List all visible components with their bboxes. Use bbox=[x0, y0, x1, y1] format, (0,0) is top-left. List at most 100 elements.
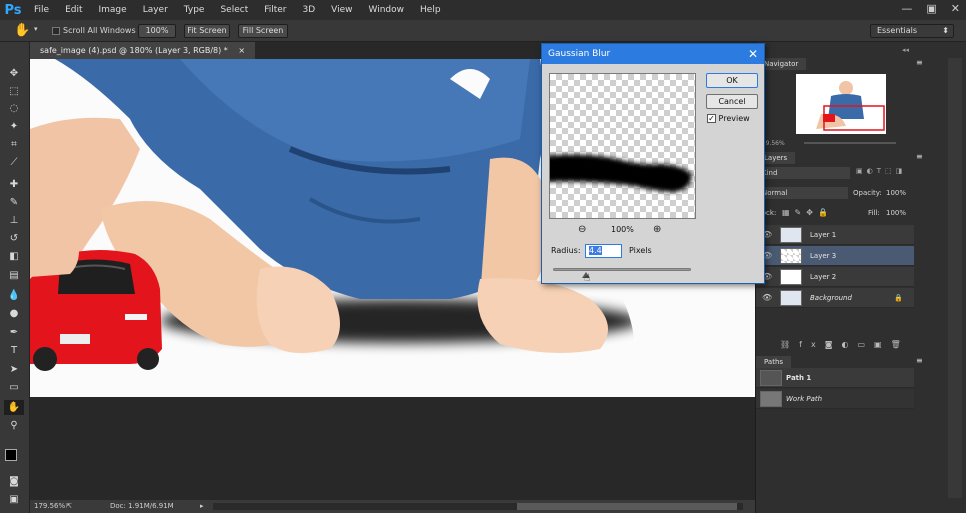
close-icon[interactable]: ✕ bbox=[748, 44, 758, 64]
brush-tool-icon[interactable]: ✎ bbox=[4, 195, 24, 210]
navigator-tab-label: Navigator bbox=[764, 60, 799, 68]
menu-file[interactable]: File bbox=[26, 0, 57, 20]
collapse-panels-icon[interactable]: ◂◂ bbox=[902, 46, 909, 54]
fill-value[interactable]: 100% bbox=[886, 209, 906, 217]
navigator-thumbnail[interactable] bbox=[796, 74, 886, 134]
panel-menu-icon[interactable]: ≡ bbox=[916, 356, 923, 365]
blur-preview[interactable] bbox=[549, 73, 696, 219]
clone-stamp-icon[interactable]: ⊥ bbox=[4, 213, 24, 228]
ok-button[interactable]: OK bbox=[706, 73, 758, 88]
lasso-tool-icon[interactable]: ◌ bbox=[4, 101, 24, 116]
fill-label: Fill: bbox=[868, 209, 880, 217]
menu-view[interactable]: View bbox=[323, 0, 360, 20]
menu-3d[interactable]: 3D bbox=[295, 0, 324, 20]
path-row-path-1[interactable]: Path 1 bbox=[756, 368, 914, 388]
gradient-tool-icon[interactable]: ▤ bbox=[4, 268, 24, 283]
kind-filter-dropdown[interactable]: Kind bbox=[758, 167, 850, 179]
preview-checkbox[interactable]: ✓ Preview bbox=[707, 114, 750, 123]
close-tab-icon[interactable]: × bbox=[238, 46, 245, 55]
cancel-button[interactable]: Cancel bbox=[706, 94, 758, 109]
crop-tool-icon[interactable]: ⌗ bbox=[4, 137, 24, 152]
filter-icons[interactable]: ▣◐T⬚◨ bbox=[856, 167, 906, 175]
path-name: Work Path bbox=[786, 395, 823, 403]
preview-label: Preview bbox=[718, 114, 750, 123]
layer-row-layer-3[interactable]: 👁 Layer 3 bbox=[756, 246, 914, 266]
preview-zoom: 100% bbox=[611, 225, 634, 234]
menu-image[interactable]: Image bbox=[91, 0, 135, 20]
layer-row-layer-1[interactable]: 👁 Layer 1 bbox=[756, 225, 914, 245]
zoom-100-button[interactable]: 100% bbox=[138, 24, 176, 38]
lock-icons[interactable]: ▦✎✥🔒 bbox=[782, 208, 833, 217]
status-menu-arrow-icon[interactable]: ▸ bbox=[200, 500, 204, 513]
dodge-tool-icon[interactable]: ● bbox=[4, 306, 24, 321]
healing-brush-icon[interactable]: ✚ bbox=[4, 177, 24, 192]
quick-mask-icon[interactable]: ◙ bbox=[4, 474, 24, 489]
layer-thumbnail bbox=[780, 290, 802, 306]
document-size: Doc: 1.91M/6.91M bbox=[110, 502, 174, 510]
tab-paths[interactable]: Paths bbox=[756, 356, 792, 368]
path-selection-icon[interactable]: ➤ bbox=[4, 362, 24, 377]
menu-filter[interactable]: Filter bbox=[256, 0, 294, 20]
blend-mode-dropdown[interactable]: Normal bbox=[758, 187, 848, 199]
history-brush-icon[interactable]: ↺ bbox=[4, 231, 24, 246]
move-tool-icon[interactable]: ✥ bbox=[4, 66, 24, 81]
zoom-in-icon[interactable]: ⊕ bbox=[653, 224, 661, 235]
eraser-tool-icon[interactable]: ◧ bbox=[4, 249, 24, 264]
close-icon[interactable]: ✕ bbox=[951, 2, 960, 15]
layer-row-layer-2[interactable]: 👁 Layer 2 bbox=[756, 267, 914, 287]
zoom-out-icon[interactable]: ⊖ bbox=[578, 224, 586, 235]
menu-select[interactable]: Select bbox=[212, 0, 256, 20]
layer-row-background[interactable]: 👁 Background 🔒 bbox=[756, 288, 914, 308]
menu-window[interactable]: Window bbox=[361, 0, 413, 20]
navigator-zoom-slider[interactable] bbox=[804, 142, 896, 144]
radius-input[interactable]: 4.4 bbox=[585, 244, 622, 258]
zoom-level[interactable]: 179.56% bbox=[34, 500, 65, 513]
path-row-work-path[interactable]: Work Path bbox=[756, 389, 914, 409]
share-icon[interactable]: ⇱ bbox=[66, 500, 72, 513]
radius-unit: Pixels bbox=[629, 246, 652, 255]
layer-thumbnail bbox=[780, 269, 802, 285]
panel-menu-icon[interactable]: ≡ bbox=[916, 152, 923, 161]
document-tab[interactable]: safe_image (4).psd @ 180% (Layer 3, RGB/… bbox=[30, 42, 256, 59]
radius-slider[interactable] bbox=[553, 268, 691, 271]
type-tool-icon[interactable]: T bbox=[4, 343, 24, 358]
scroll-all-windows-checkbox[interactable]: Scroll All Windows bbox=[52, 26, 136, 35]
menu-help[interactable]: Help bbox=[412, 0, 449, 20]
status-bar: 179.56% ⇱ Doc: 1.91M/6.91M ▸ bbox=[30, 500, 755, 513]
zoom-tool-icon[interactable]: ⚲ bbox=[4, 418, 24, 433]
horizontal-scrollbar[interactable] bbox=[213, 503, 743, 510]
layers-footer-icons[interactable]: ⛓fx◙◐▭▣🗑 bbox=[756, 340, 914, 352]
mini-dock-scrollbar[interactable] bbox=[948, 58, 962, 498]
hand-tool-icon[interactable]: ✋ bbox=[4, 400, 24, 415]
screen-mode-icon[interactable]: ▣ bbox=[4, 492, 24, 507]
rectangle-tool-icon[interactable]: ▭ bbox=[4, 380, 24, 395]
fill-screen-button[interactable]: Fill Screen bbox=[238, 24, 288, 38]
gaussian-blur-dialog: Gaussian Blur ✕ OK Cancel ✓ Preview ⊖ 10… bbox=[541, 43, 765, 284]
radius-value: 4.4 bbox=[589, 246, 602, 255]
hand-tool-icon[interactable]: ✋ bbox=[14, 23, 30, 38]
blur-tool-icon[interactable]: 💧 bbox=[4, 288, 24, 303]
fit-screen-button[interactable]: Fit Screen bbox=[184, 24, 230, 38]
menu-layer[interactable]: Layer bbox=[135, 0, 176, 20]
pen-tool-icon[interactable]: ✒ bbox=[4, 325, 24, 340]
opacity-value[interactable]: 100% bbox=[886, 189, 906, 197]
panel-menu-icon[interactable]: ≡ bbox=[916, 58, 923, 67]
eye-icon[interactable]: 👁 bbox=[762, 288, 772, 308]
document-tab-title: safe_image (4).psd @ 180% (Layer 3, RGB/… bbox=[40, 46, 228, 55]
magic-wand-icon[interactable]: ✦ bbox=[4, 119, 24, 134]
radius-label: Radius: bbox=[551, 246, 581, 255]
path-name: Path 1 bbox=[786, 374, 812, 382]
menu-edit[interactable]: Edit bbox=[57, 0, 90, 20]
minimize-icon[interactable]: — bbox=[901, 2, 912, 15]
marquee-tool-icon[interactable]: ⬚ bbox=[4, 84, 24, 99]
workspace-dropdown[interactable]: Essentials ⬍ bbox=[870, 24, 954, 38]
scrollbar-thumb[interactable] bbox=[517, 503, 737, 510]
tools-panel: ✥ ⬚ ◌ ✦ ⌗ ⟋ ✚ ✎ ⊥ ↺ ◧ ▤ 💧 ● ✒ T ➤ ▭ ✋ ⚲ … bbox=[0, 42, 30, 513]
navigator-preview bbox=[816, 81, 885, 131]
layer-thumbnail bbox=[780, 248, 802, 264]
restore-icon[interactable]: ▣ bbox=[926, 2, 936, 15]
menu-type[interactable]: Type bbox=[176, 0, 213, 20]
tool-preset-chevron-icon[interactable]: ▾ bbox=[34, 25, 38, 33]
foreground-color-swatch[interactable] bbox=[5, 449, 17, 461]
eyedropper-icon[interactable]: ⟋ bbox=[4, 155, 24, 170]
